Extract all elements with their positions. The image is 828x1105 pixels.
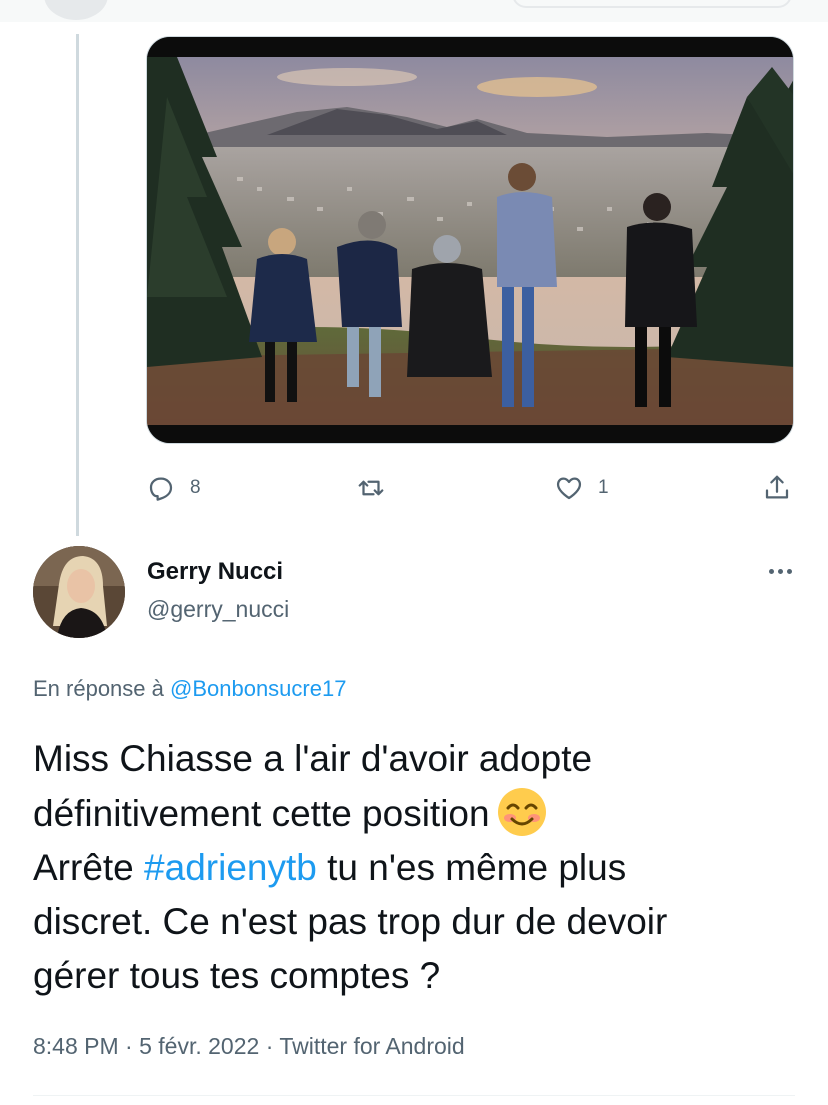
- tweet-text-line: définitivement cette position: [33, 793, 490, 834]
- author-display-name[interactable]: Gerry Nucci: [147, 558, 283, 586]
- more-icon: [777, 568, 783, 574]
- smiling-face-emoji: [497, 788, 546, 836]
- reply-prefix: En réponse à: [33, 676, 164, 701]
- retweet-icon: [358, 480, 384, 496]
- author-handle[interactable]: @gerry_nucci: [147, 596, 289, 623]
- previous-tweet-top-strip: [0, 0, 828, 22]
- reply-mention-link[interactable]: @Bonbonsucre17: [170, 676, 346, 701]
- like-count: 1: [598, 477, 609, 498]
- divider: [33, 1095, 795, 1096]
- tweet-text-line: gérer tous tes comptes ?: [33, 955, 441, 996]
- share-icon: [765, 475, 789, 499]
- tweet-time[interactable]: 8:48 PM: [33, 1033, 119, 1059]
- meta-separator: ·: [118, 1033, 140, 1059]
- reply-icon: [149, 477, 173, 501]
- previous-tweet-actions: 8 1: [146, 468, 806, 508]
- reply-button[interactable]: 8: [146, 468, 201, 508]
- photo-children-overlooking-city: [147, 37, 793, 443]
- tweet-text-segment: Arrête: [33, 847, 145, 888]
- tweet-date[interactable]: 5 févr. 2022: [139, 1033, 259, 1059]
- author-avatar[interactable]: [33, 546, 125, 638]
- avatar-photo: [33, 546, 125, 638]
- hashtag-link[interactable]: #adrienytb: [144, 847, 317, 888]
- reply-context: En réponse à @Bonbonsucre17: [33, 676, 346, 702]
- tweet-text-line: discret. Ce n'est pas trop dur de devoir: [33, 901, 668, 942]
- tweet-text-line: Miss Chiasse a l'air d'avoir adopte: [33, 738, 593, 779]
- tweet-photo[interactable]: [146, 36, 794, 444]
- share-button[interactable]: [762, 468, 792, 508]
- tweet-text: Miss Chiasse a l'air d'avoir adopte défi…: [33, 732, 803, 1003]
- tweet-text-line-with-hashtag: Arrête #adrienytb tu n'es même plus: [33, 841, 803, 895]
- thread-connector-line: [76, 34, 79, 536]
- tweet-metadata: 8:48 PM · 5 févr. 2022 · Twitter for And…: [33, 1033, 465, 1060]
- tweet-text-line-with-emoji: définitivement cette position: [33, 786, 803, 841]
- reply-count: 8: [190, 477, 201, 498]
- more-options-button[interactable]: [762, 556, 798, 586]
- meta-separator: ·: [259, 1033, 280, 1059]
- tweet-text-segment: tu n'es même plus: [316, 847, 627, 888]
- previous-avatar-edge: [44, 0, 108, 20]
- tweet-source[interactable]: Twitter for Android: [279, 1033, 464, 1059]
- more-icon: [786, 568, 792, 574]
- previous-button-edge: [512, 0, 792, 8]
- like-icon: [556, 477, 582, 500]
- retweet-button[interactable]: [356, 468, 386, 508]
- like-button[interactable]: 1: [554, 468, 609, 508]
- more-icon: [768, 568, 774, 574]
